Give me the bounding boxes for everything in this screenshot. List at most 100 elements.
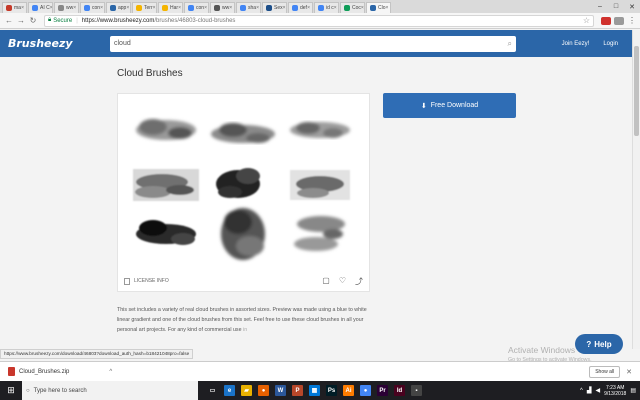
- zip-file-icon: [8, 367, 15, 376]
- browser-tab[interactable]: Har ×: [158, 2, 183, 13]
- network-icon[interactable]: ▟: [587, 387, 592, 394]
- tab-label: Coc: [352, 5, 361, 11]
- powerpoint-icon[interactable]: P: [289, 381, 306, 400]
- tab-close-icon[interactable]: ×: [73, 5, 76, 11]
- tab-close-icon[interactable]: ×: [283, 5, 286, 11]
- tab-close-icon[interactable]: ×: [307, 5, 310, 11]
- brusheezy-logo[interactable]: Brusheezy: [8, 37, 110, 50]
- download-item[interactable]: Cloud_Brushes.zip: [8, 367, 69, 376]
- tab-close-icon[interactable]: ×: [229, 5, 232, 11]
- forward-icon[interactable]: →: [16, 16, 26, 25]
- browser-tab[interactable]: sha ×: [236, 2, 261, 13]
- tab-close-icon[interactable]: ×: [386, 5, 389, 11]
- search-icon[interactable]: ⌕: [508, 39, 512, 49]
- browser-tab[interactable]: AI C ×: [28, 2, 53, 13]
- tab-close-icon[interactable]: ×: [100, 5, 103, 11]
- bookmark-star-icon[interactable]: ☆: [583, 16, 590, 25]
- browser-tab[interactable]: Clo ×: [366, 2, 391, 13]
- cloud-brushes-preview-image[interactable]: [118, 94, 371, 270]
- browser-tab[interactable]: ww ×: [210, 2, 235, 13]
- windows-start-icon[interactable]: ⊞: [0, 381, 22, 400]
- search-input[interactable]: cloud ⌕: [110, 35, 516, 52]
- cloud-brush-thumb: [290, 170, 350, 200]
- tray-chevron-icon[interactable]: ^: [580, 388, 583, 394]
- tab-label: ww: [66, 5, 74, 11]
- show-all-button[interactable]: Show all: [589, 365, 621, 378]
- card-actions: ▢ ♡ ⤴: [322, 276, 363, 287]
- file-explorer-icon[interactable]: ▰: [238, 381, 255, 400]
- browser-tab[interactable]: Sex ×: [262, 2, 287, 13]
- store-glyph: ▦: [309, 385, 320, 396]
- word-glyph: W: [275, 385, 286, 396]
- word-icon[interactable]: W: [272, 381, 289, 400]
- reload-icon[interactable]: ↻: [28, 16, 38, 25]
- extension-adblock-icon[interactable]: [601, 16, 611, 25]
- premiere-icon[interactable]: Pr: [374, 381, 391, 400]
- browser-tab[interactable]: app ×: [106, 2, 131, 13]
- tab-close-icon[interactable]: ×: [178, 5, 181, 11]
- illustrator-icon[interactable]: Ai: [340, 381, 357, 400]
- cloud-brush-thumb: [294, 216, 345, 251]
- extension-icon[interactable]: [614, 16, 624, 25]
- tab-close-icon[interactable]: ×: [21, 5, 24, 11]
- chrome-icon[interactable]: ●: [357, 381, 374, 400]
- comment-icon[interactable]: ▢: [322, 276, 330, 287]
- notifications-icon[interactable]: ▤: [630, 387, 636, 394]
- edge-glyph: e: [224, 385, 235, 396]
- browser-tab[interactable]: id c ×: [314, 2, 339, 13]
- clock[interactable]: 7:23 AM 9/13/2018: [604, 385, 626, 397]
- scrollbar-thumb[interactable]: [634, 46, 639, 136]
- taskbar-search-box[interactable]: ○ Type here to search: [22, 381, 198, 400]
- share-icon[interactable]: ⤴: [355, 276, 363, 287]
- browser-menu-icon[interactable]: ⋮: [628, 16, 636, 25]
- lock-icon: 🔒︎: [48, 17, 52, 23]
- tab-close-icon[interactable]: ×: [334, 5, 337, 11]
- chevron-up-icon[interactable]: ^: [109, 369, 112, 375]
- tab-close-icon[interactable]: ×: [204, 5, 207, 11]
- browser-tab[interactable]: ma ×: [2, 2, 27, 13]
- minimize-icon[interactable]: –: [592, 3, 608, 10]
- back-icon[interactable]: ←: [4, 16, 14, 25]
- browser-tab[interactable]: def ×: [288, 2, 313, 13]
- firefox-icon[interactable]: ●: [255, 381, 272, 400]
- media-icon[interactable]: ▪: [408, 381, 425, 400]
- preview-card: LICENSE INFO ▢ ♡ ⤴: [117, 93, 370, 292]
- license-info-link[interactable]: LICENSE INFO: [134, 278, 169, 284]
- browser-tab[interactable]: con ×: [80, 2, 105, 13]
- favorite-heart-icon[interactable]: ♡: [339, 276, 346, 287]
- cloud-brush-thumb: [211, 123, 275, 143]
- store-icon[interactable]: ▦: [306, 381, 323, 400]
- tab-close-icon[interactable]: ×: [126, 5, 129, 11]
- page-scrollbar[interactable]: [632, 30, 640, 349]
- close-icon[interactable]: ✕: [626, 368, 632, 376]
- tab-close-icon[interactable]: ×: [256, 5, 259, 11]
- join-link[interactable]: Join Eezy!: [562, 41, 590, 47]
- login-link[interactable]: Login: [603, 41, 618, 47]
- indesign-icon[interactable]: Id: [391, 381, 408, 400]
- cloud-brush-thumb: [290, 122, 350, 138]
- chrome-glyph: ●: [360, 385, 371, 396]
- cloud-brush-thumb: [221, 208, 265, 260]
- cloud-brush-thumb: [136, 119, 196, 140]
- browser-tab[interactable]: Coc ×: [340, 2, 365, 13]
- free-download-button[interactable]: ⬇ Free Download: [383, 93, 516, 118]
- tab-close-icon[interactable]: ×: [50, 5, 52, 11]
- edge-icon[interactable]: e: [221, 381, 238, 400]
- tab-label: Har: [170, 5, 179, 11]
- browser-tab[interactable]: con ×: [184, 2, 209, 13]
- address-bar[interactable]: 🔒︎ Secure | https://www.brusheezy.com /b…: [44, 14, 594, 27]
- task-view-icon[interactable]: ▭: [204, 381, 221, 400]
- tab-close-icon[interactable]: ×: [361, 5, 364, 11]
- help-button[interactable]: ? Help: [575, 334, 623, 354]
- tab-close-icon[interactable]: ×: [153, 5, 156, 11]
- tab-label: con: [92, 5, 101, 11]
- volume-icon[interactable]: ◀: [595, 387, 600, 394]
- photoshop-icon[interactable]: Ps: [323, 381, 340, 400]
- tab-favicon-icon: [344, 5, 350, 11]
- maximize-icon[interactable]: □: [608, 3, 624, 10]
- close-window-icon[interactable]: ✕: [624, 3, 640, 11]
- browser-tab[interactable]: Terr ×: [132, 2, 157, 13]
- firefox-glyph: ●: [258, 385, 269, 396]
- browser-tab[interactable]: ww ×: [54, 2, 79, 13]
- tab-label: Sex: [274, 5, 283, 11]
